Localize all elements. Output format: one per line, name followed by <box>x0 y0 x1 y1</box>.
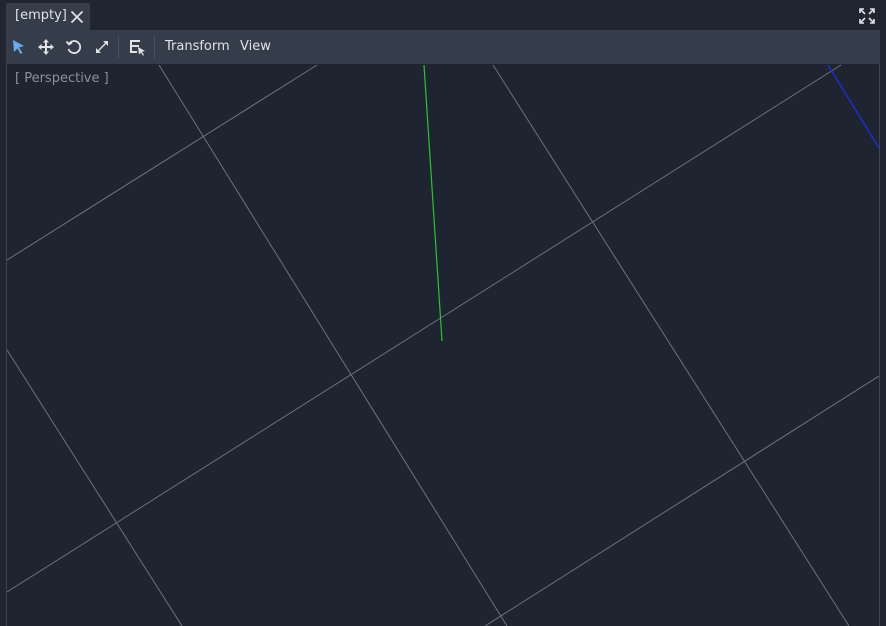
rotate-icon <box>65 40 82 54</box>
grid-line <box>492 64 850 626</box>
list-select-icon <box>130 40 145 56</box>
select-arrow-icon <box>13 40 24 54</box>
grid-line <box>7 64 318 261</box>
transform-menu[interactable]: Transform <box>165 39 230 54</box>
move-icon <box>38 39 54 55</box>
toolbar-separator <box>118 36 119 58</box>
grid-line <box>158 64 508 626</box>
viewport-toolbar: Transform View <box>6 30 880 64</box>
rotate-tool-button[interactable] <box>64 37 84 57</box>
3d-viewport[interactable]: [ Perspective ] <box>6 64 880 626</box>
scale-icon <box>96 41 108 53</box>
perspective-label[interactable]: [ Perspective ] <box>15 71 109 86</box>
tab-bar: [empty] <box>0 0 886 30</box>
scale-tool-button[interactable] <box>92 37 112 57</box>
viewport-grid <box>7 64 879 626</box>
toolbar-separator <box>154 36 155 58</box>
view-menu[interactable]: View <box>240 39 271 54</box>
z-axis-line <box>827 64 879 149</box>
move-tool-button[interactable] <box>36 37 56 57</box>
grid-line <box>7 349 183 626</box>
y-axis-line <box>423 64 443 342</box>
grid-line <box>7 64 842 593</box>
select-tool-button[interactable] <box>9 37 29 57</box>
list-select-tool-button[interactable] <box>127 37 147 57</box>
fullscreen-icon[interactable] <box>858 7 876 25</box>
tab-label: [empty] <box>15 8 67 23</box>
close-icon[interactable] <box>70 9 84 23</box>
scene-tab[interactable]: [empty] <box>6 3 90 30</box>
grid-line <box>484 375 879 626</box>
